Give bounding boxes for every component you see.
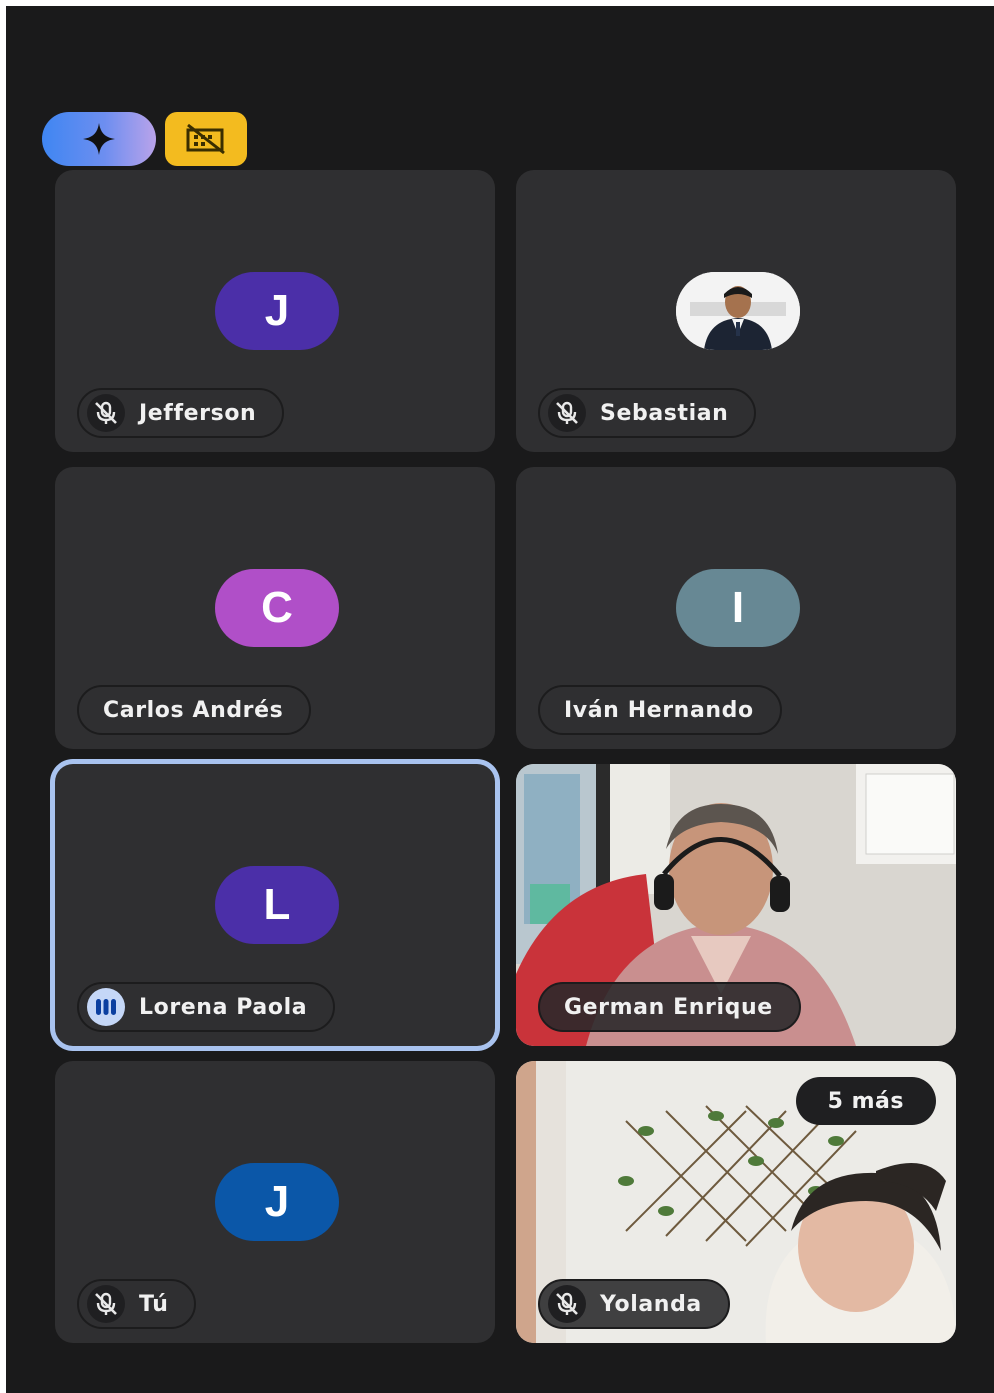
- avatar: J: [215, 272, 339, 350]
- no-screen-share-icon: [186, 123, 225, 155]
- participant-tile[interactable]: I Iván Hernando: [516, 467, 956, 749]
- participant-video-tile[interactable]: German Enrique: [516, 764, 956, 1046]
- host-controls-button[interactable]: [165, 112, 247, 166]
- participant-name: Iván Hernando: [564, 697, 754, 723]
- participant-video-tile[interactable]: 5 más Yolanda: [516, 1061, 956, 1343]
- avatar: I: [676, 569, 800, 647]
- participant-name-pill: Iván Hernando: [538, 685, 782, 735]
- participant-tile[interactable]: J Jefferson: [55, 170, 495, 452]
- participant-name-pill: Jefferson: [77, 388, 285, 438]
- participant-name: Tú: [139, 1291, 169, 1317]
- gemini-button[interactable]: [42, 112, 156, 166]
- mic-off-icon: [87, 1285, 125, 1323]
- mic-off-icon: [548, 1285, 586, 1323]
- participant-name-pill: Tú: [77, 1279, 197, 1329]
- participant-name-pill: Sebastian: [538, 388, 757, 438]
- more-participants-button[interactable]: 5 más: [795, 1077, 936, 1125]
- participant-name-pill: Carlos Andrés: [77, 685, 312, 735]
- participant-name: Sebastian: [600, 400, 729, 426]
- mic-off-icon: [548, 394, 586, 432]
- participant-tile-self[interactable]: J Tú: [55, 1061, 495, 1343]
- audio-level-icon: [87, 988, 125, 1026]
- participant-name-pill: German Enrique: [538, 982, 801, 1032]
- participant-name: German Enrique: [564, 994, 773, 1020]
- participant-name: Yolanda: [600, 1291, 702, 1317]
- participant-name-pill: Yolanda: [538, 1279, 730, 1329]
- participant-tile[interactable]: C Carlos Andrés: [55, 467, 495, 749]
- meeting-screen: J Jefferson Sebastian C Carlos Andrés I …: [6, 6, 994, 1393]
- avatar: J: [215, 1163, 339, 1241]
- participant-tile-active-speaker[interactable]: L Lorena Paola: [55, 764, 495, 1046]
- profile-photo-avatar: [676, 272, 800, 350]
- participant-name: Jefferson: [139, 400, 257, 426]
- avatar: L: [215, 866, 339, 944]
- sparkle-icon: [83, 123, 115, 155]
- participant-name: Carlos Andrés: [103, 697, 284, 723]
- avatar: C: [215, 569, 339, 647]
- participant-name-pill: Lorena Paola: [77, 982, 336, 1032]
- participant-name: Lorena Paola: [139, 994, 308, 1020]
- participant-tile[interactable]: Sebastian: [516, 170, 956, 452]
- mic-off-icon: [87, 394, 125, 432]
